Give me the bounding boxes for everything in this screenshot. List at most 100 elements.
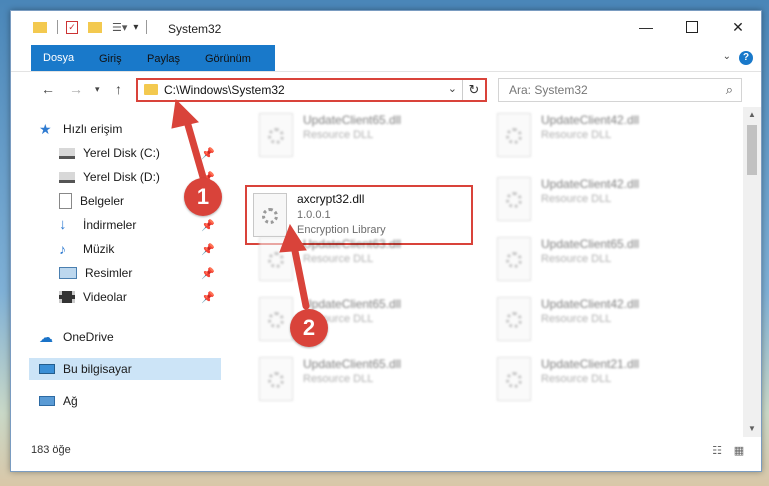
dll-file-icon: [497, 357, 531, 401]
status-bar: 183 öğe ☷ ▦: [11, 437, 761, 471]
maximize-button[interactable]: [669, 11, 715, 43]
search-placeholder: Ara: System32: [509, 83, 588, 97]
drive-icon: [59, 147, 75, 159]
dll-file-icon: [259, 237, 293, 281]
star-icon: ★: [39, 121, 52, 137]
file-item[interactable]: UpdateClient65.dll Resource DLL: [253, 293, 473, 347]
step-badge-2: 2: [290, 309, 328, 347]
help-icon[interactable]: ?: [739, 51, 753, 65]
address-path[interactable]: C:\Windows\System32: [164, 83, 285, 97]
customize-icon[interactable]: ☰▾: [112, 21, 127, 34]
file-name: UpdateClient65.dll: [303, 113, 402, 127]
tab-home[interactable]: Giriş: [91, 49, 130, 69]
file-name: UpdateClient42.dll: [541, 113, 640, 127]
file-item[interactable]: UpdateClient42.dll Resource DLL: [491, 173, 711, 227]
file-type: Resource DLL: [303, 253, 374, 265]
file-item[interactable]: UpdateClient42.dll Resource DLL: [491, 293, 711, 347]
tiles-view-icon[interactable]: ▦: [731, 445, 747, 457]
forward-arrow-icon[interactable]: →: [69, 81, 83, 97]
nav-item-downloads[interactable]: ↓ İndirmeler 📌: [59, 214, 221, 236]
nav-label: Ağ: [63, 394, 78, 408]
file-name: UpdateClient21.dll: [541, 357, 640, 371]
window-title: System32: [168, 22, 222, 36]
download-icon: ↓: [59, 216, 67, 233]
scroll-up-icon[interactable]: ▲: [743, 107, 761, 123]
nav-item-disk-c[interactable]: Yerel Disk (C:) 📌: [59, 142, 221, 164]
file-name: UpdateClient63.dll: [303, 237, 402, 251]
file-name: axcrypt32.dll: [297, 192, 365, 206]
pin-icon[interactable]: 📌: [201, 267, 215, 280]
file-item[interactable]: UpdateClient63.dll Resource DLL: [253, 233, 473, 287]
dll-file-icon: [497, 297, 531, 341]
close-button[interactable]: ✕: [715, 11, 761, 43]
dll-file-icon: [497, 177, 531, 221]
dll-file-icon: [259, 297, 293, 341]
music-icon: ♪: [59, 241, 66, 257]
minimize-button[interactable]: —: [623, 11, 669, 43]
nav-label: Müzik: [83, 242, 115, 256]
chevron-down-icon[interactable]: ⌄: [448, 82, 457, 95]
tab-share[interactable]: Paylaş: [139, 49, 188, 69]
file-name: UpdateClient65.dll: [541, 237, 640, 251]
file-name: UpdateClient65.dll: [303, 357, 402, 371]
file-item[interactable]: UpdateClient65.dll Resource DLL: [253, 353, 473, 407]
nav-item-pictures[interactable]: Resimler 📌: [59, 262, 221, 284]
nav-item-videos[interactable]: Videolar 📌: [59, 286, 221, 308]
network-icon: [39, 396, 55, 406]
dll-file-icon: [497, 113, 531, 157]
nav-label: OneDrive: [63, 330, 114, 344]
cloud-icon: ☁: [39, 329, 53, 345]
tab-view[interactable]: Görünüm: [197, 49, 259, 69]
step-badge-1: 1: [184, 178, 222, 216]
file-item[interactable]: UpdateClient65.dll Resource DLL: [491, 233, 711, 287]
recent-chevron-icon[interactable]: ▾: [95, 84, 100, 95]
file-list: UpdateClient65.dll Resource DLL axcrypt3…: [223, 107, 743, 437]
file-type: Resource DLL: [541, 193, 612, 205]
details-view-icon[interactable]: ☷: [709, 445, 725, 457]
new-folder-icon[interactable]: [88, 21, 102, 33]
nav-item-onedrive[interactable]: ☁ OneDrive: [39, 326, 221, 348]
file-type: Resource DLL: [303, 373, 374, 385]
dropdown-icon[interactable]: ▾: [133, 22, 138, 33]
nav-label: Yerel Disk (C:): [83, 146, 160, 160]
dll-file-icon: [497, 237, 531, 281]
up-arrow-icon[interactable]: ↑: [115, 81, 122, 97]
address-row: ← → ▾ ↑ C:\Windows\System32 ⌄ ↻ Ara: Sys…: [11, 73, 761, 107]
search-box[interactable]: Ara: System32 ⌕: [498, 78, 742, 102]
video-icon: [59, 291, 75, 303]
quick-access-toolbar: ✓ ☰▾ ▾: [33, 20, 148, 34]
back-arrow-icon[interactable]: ←: [41, 81, 55, 97]
explorer-window: ✓ ☰▾ ▾ System32 — ✕ Dosya Giriş Paylaş G…: [10, 10, 762, 472]
pin-icon[interactable]: 📌: [201, 291, 215, 304]
item-count: 183 öğe: [31, 444, 71, 456]
file-name: UpdateClient42.dll: [541, 177, 640, 191]
dll-file-icon: [259, 113, 293, 157]
pin-icon[interactable]: 📌: [201, 219, 215, 232]
drive-icon: [59, 171, 75, 183]
file-item[interactable]: UpdateClient42.dll Resource DLL: [491, 109, 711, 163]
file-type: Resource DLL: [541, 373, 612, 385]
properties-icon[interactable]: ✓: [66, 20, 78, 34]
file-name: UpdateClient65.dll: [303, 297, 402, 311]
nav-item-this-pc[interactable]: Bu bilgisayar: [29, 358, 221, 380]
nav-item-music[interactable]: ♪ Müzik 📌: [59, 238, 221, 260]
nav-label: İndirmeler: [83, 218, 137, 232]
search-icon[interactable]: ⌕: [726, 82, 733, 98]
file-item[interactable]: UpdateClient65.dll Resource DLL: [253, 109, 473, 163]
nav-item-network[interactable]: Ağ: [39, 390, 221, 412]
divider: [57, 20, 58, 34]
file-item[interactable]: UpdateClient21.dll Resource DLL: [491, 353, 711, 407]
dll-file-icon: [253, 193, 287, 237]
pin-icon[interactable]: 📌: [201, 243, 215, 256]
scroll-down-icon[interactable]: ▼: [743, 421, 761, 437]
scroll-thumb[interactable]: [747, 125, 757, 175]
vertical-scrollbar[interactable]: ▲ ▼: [743, 107, 761, 437]
divider: [146, 20, 148, 34]
address-bar[interactable]: C:\Windows\System32 ⌄ ↻: [136, 78, 487, 102]
nav-item-quick-access[interactable]: ★ Hızlı erişim: [39, 118, 221, 140]
file-type: Resource DLL: [541, 129, 612, 141]
pin-icon[interactable]: 📌: [201, 147, 215, 160]
folder-icon[interactable]: [33, 21, 47, 33]
chevron-down-icon[interactable]: ⌄: [723, 51, 731, 62]
refresh-icon[interactable]: ↻: [462, 80, 485, 100]
